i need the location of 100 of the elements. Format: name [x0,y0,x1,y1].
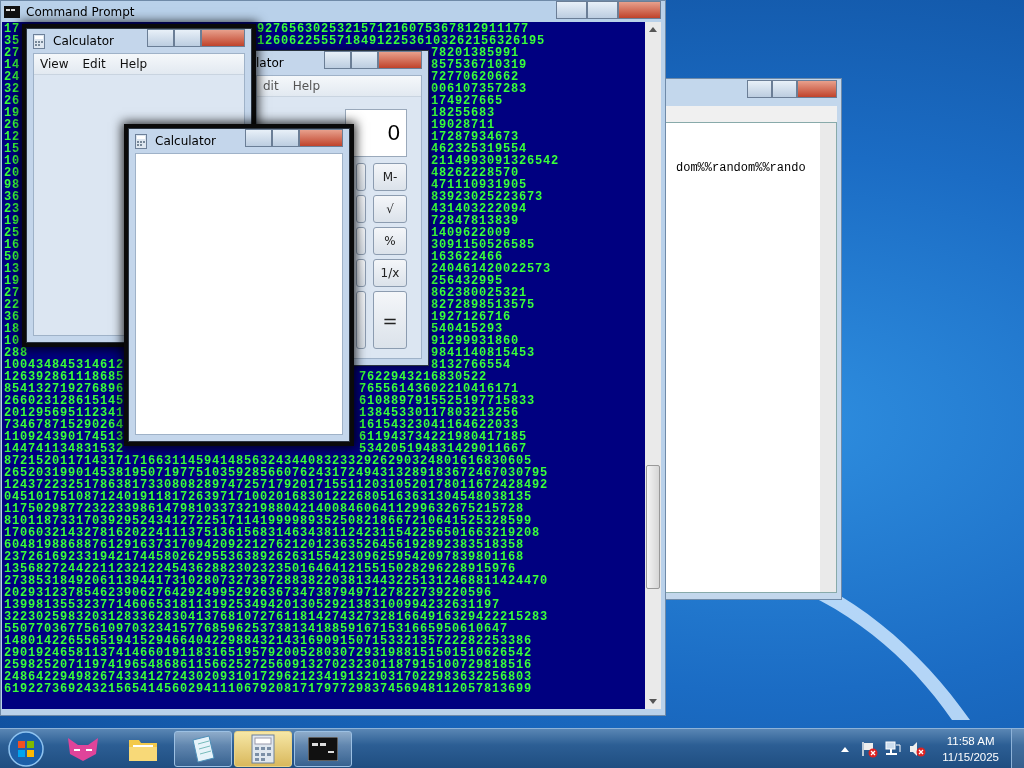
console-text: 9276563025321571216075367812911177 [257,23,530,35]
console-text: 20 [4,167,20,179]
console-text: 619227369243215654145602941110679208171797729837456948112057813699 [4,683,533,695]
scroll-thumb[interactable] [646,465,660,589]
console-text: 8132766554 [431,359,512,371]
minimize-button[interactable] [324,51,351,69]
show-hidden-icons-icon[interactable] [840,745,851,753]
console-icon [308,737,338,761]
maximize-button[interactable] [587,1,618,19]
console-text: 862380025321 [431,287,528,299]
menu-item[interactable]: Help [119,57,148,71]
console-text: 32230259832031283362830413768107276118142743273281664916329422215283 [4,611,549,623]
scrollbar[interactable] [645,22,661,709]
console-text: 2029312378546239062764292499529263673473879497127822739220596 [4,587,493,599]
console-text: 240461420022573 [431,263,552,275]
console-text: 857536710319 [431,59,528,71]
console-text: 16 [4,239,20,251]
close-button[interactable] [797,80,837,98]
console-icon [4,5,20,18]
minimize-button[interactable] [245,129,272,147]
menu-item[interactable]: Help [292,79,320,93]
console-text: 045101751087124019118172639717100201683012226805163631304548038135 [4,491,533,503]
maximize-button[interactable] [772,80,797,98]
console-text: 60481988688761291637317094209221276212012363526456192892383518358 [4,539,525,551]
close-button[interactable] [299,129,343,147]
console-text: 15 [4,143,20,155]
calculator-icon [251,734,275,764]
calculator-key[interactable]: % [373,227,407,255]
show-desktop-button[interactable] [1011,729,1024,768]
close-button[interactable] [378,51,422,69]
clock-time: 11:58 AM [946,734,995,749]
console-text: 1356827244221123212245436288230232350164641215515028296228915976 [4,563,517,575]
console-text: 19 [4,215,20,227]
calculator-key[interactable]: 1/x [373,259,407,287]
minimize-button[interactable] [147,29,174,47]
console-text: 24 [4,71,20,83]
console-text: 25 [4,227,20,239]
console-text: 126392861118685 [4,371,125,383]
console-text: 17287934673 [431,131,520,143]
console-text: 18 [4,323,20,335]
cat-face-icon [66,736,100,762]
console-text: 2114993091326542 [431,155,560,167]
clock-date: 11/15/2025 [942,750,999,765]
start-button[interactable] [8,731,44,767]
console-text: 10 [4,155,20,167]
console-text: 98 [4,179,20,191]
calculator-key[interactable] [356,163,366,191]
console-text: 10 [4,335,20,347]
muted-speaker-icon[interactable] [908,740,927,758]
console-text: 11750298772322339861479810337321988042140084606411299632675215728 [4,503,525,515]
calculator-key[interactable] [356,291,366,349]
window-title: Command Prompt [26,4,135,19]
calculator-icon [33,33,45,49]
console-text: 006107357283 [431,83,528,95]
calculator-key[interactable]: √ [373,195,407,223]
minimize-button[interactable] [556,1,587,19]
console-text: 854132719276896 [4,383,125,395]
console-text: 9841140815453 [431,347,536,359]
console-text: 27385318492061139441731028073273972883822038134432251312468811424470 [4,575,549,587]
console-text: 27 [4,47,20,59]
network-icon[interactable] [884,740,903,758]
console-text: 23 [4,203,20,215]
maximize-button[interactable] [174,29,201,47]
console-text: 27 [4,287,20,299]
console-text: 100434845314612 [4,359,125,371]
maximize-button[interactable] [351,51,378,69]
console-text: 110924390174513 [4,431,125,443]
console-text: 259825207119741965486861156625272560913270232301187915100729818516 [4,659,533,671]
console-text: 248642294982674334127243020931017296212341913210317022983632256803 [4,671,533,683]
menu-item[interactable]: dit [263,79,279,93]
flag-with-cross-icon[interactable] [860,740,879,758]
console-text: 72847813839 [431,215,520,227]
console-text: 12437223251786381733080828974725717920171551120310520178011672428492 [4,479,549,491]
console-text: 126062255571849122536103262156326195 [257,35,546,47]
console-text: 174927665 [431,95,504,107]
console-text: 540415293 [431,323,504,335]
console-text: 35 [4,35,20,47]
calculator-key[interactable] [356,227,366,255]
console-text: 26 [4,95,20,107]
maximize-button[interactable] [272,129,299,147]
taskbar-button[interactable] [294,731,352,767]
calculator-key[interactable] [356,259,366,287]
console-text: 288 [4,347,28,359]
console-text: 872152011714317171663114594148563243440832332926290324801616830605 [4,455,533,467]
console-text: 7622943216830522 [359,371,488,383]
close-button[interactable] [201,29,245,47]
clock[interactable]: 11:58 AM 11/15/2025 [942,733,999,765]
console-text: 26 [4,119,20,131]
calculator-key[interactable] [356,195,366,223]
minimize-button[interactable] [747,80,772,98]
window-title: Calculator [53,34,114,48]
menu-item[interactable]: Edit [82,57,106,71]
calculator-icon [135,133,147,149]
console-text: 19028711 [431,119,496,131]
calculator-key[interactable]: M- [373,163,407,191]
console-text: 810118733170392952434127225171141999989352508218667210641525328599 [4,515,533,527]
calculator-key[interactable]: = [373,291,407,349]
console-text: 1927126716 [431,311,512,323]
menu-item[interactable]: View [40,57,69,71]
scrollbar[interactable] [820,123,836,592]
